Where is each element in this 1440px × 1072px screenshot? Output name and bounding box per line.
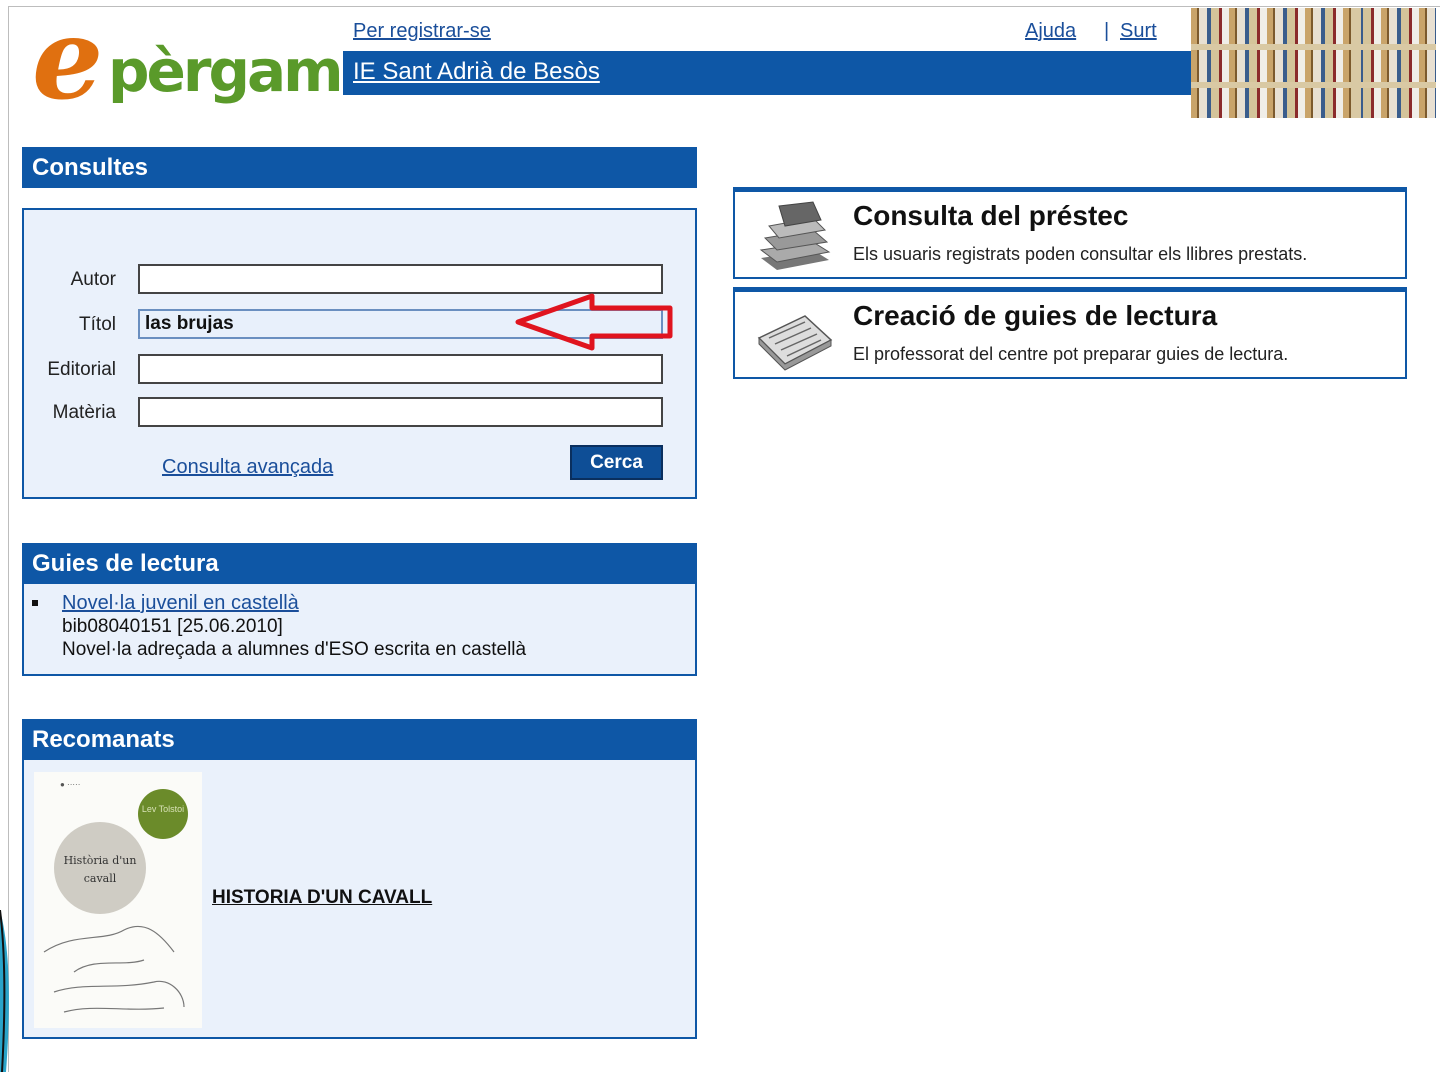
library-name-link[interactable]: IE Sant Adrià de Besòs: [353, 58, 600, 86]
book-cover-image[interactable]: ● ····· Lev Tolstoi Història d'un cavall: [34, 772, 202, 1028]
publisher-label: Editorial: [47, 359, 116, 380]
reading-guides-card[interactable]: Creació de guies de lectura El professor…: [733, 287, 1407, 379]
books-stack-icon: [759, 201, 831, 270]
header-bar: IE Sant Adrià de Besòs: [343, 51, 1193, 95]
subject-input[interactable]: [138, 397, 663, 427]
open-book-icon: [757, 315, 833, 371]
advanced-search-link[interactable]: Consulta avançada: [162, 456, 333, 479]
author-label: Autor: [70, 269, 116, 290]
reading-guides-title: Creació de guies de lectura: [853, 300, 1218, 331]
author-input[interactable]: [138, 264, 663, 294]
search-button[interactable]: Cerca: [570, 445, 663, 480]
register-link[interactable]: Per registrar-se: [353, 20, 491, 43]
help-link[interactable]: Ajuda: [1025, 20, 1076, 43]
logo-wordmark: pèrgam: [108, 37, 344, 105]
exit-link[interactable]: Surt: [1120, 20, 1157, 43]
epergam-logo[interactable]: e pèrgam: [30, 4, 344, 118]
loan-query-description: Els usuaris registrats poden consultar e…: [853, 244, 1308, 264]
loan-query-title: Consulta del préstec: [853, 200, 1129, 231]
list-bullet: [32, 600, 38, 606]
recommended-book-link[interactable]: HISTORIA D'UN CAVALL: [212, 887, 432, 909]
loan-query-card[interactable]: Consulta del préstec Els usuaris registr…: [733, 187, 1407, 279]
search-panel-title: Consultes: [22, 147, 697, 188]
guide-meta: bib08040151 [25.06.2010]: [62, 616, 283, 637]
library-shelves-image: [1191, 8, 1436, 118]
title-label: Títol: [79, 314, 116, 335]
guide-link[interactable]: Novel·la juvenil en castellà: [62, 592, 299, 615]
publisher-input[interactable]: [138, 354, 663, 384]
reading-guides-description: El professorat del centre pot preparar g…: [853, 344, 1289, 364]
publisher-mark: ● ·····: [60, 780, 81, 789]
guide-description: Novel·la adreçada a alumnes d'ESO escrit…: [62, 639, 527, 660]
cover-author-circle: Lev Tolstoi: [138, 789, 188, 839]
guides-panel-title: Guies de lectura: [22, 543, 697, 584]
red-arrow-annotation: [515, 293, 673, 351]
link-separator: |: [1104, 20, 1110, 42]
slide-decoration: [0, 910, 9, 1072]
logo-letter-e: e: [32, 0, 104, 125]
recommended-panel-title: Recomanats: [22, 719, 697, 760]
subject-label: Matèria: [52, 402, 116, 423]
horse-sketch-icon: [43, 925, 185, 1013]
cover-title-circle: Història d'un cavall: [54, 822, 146, 914]
